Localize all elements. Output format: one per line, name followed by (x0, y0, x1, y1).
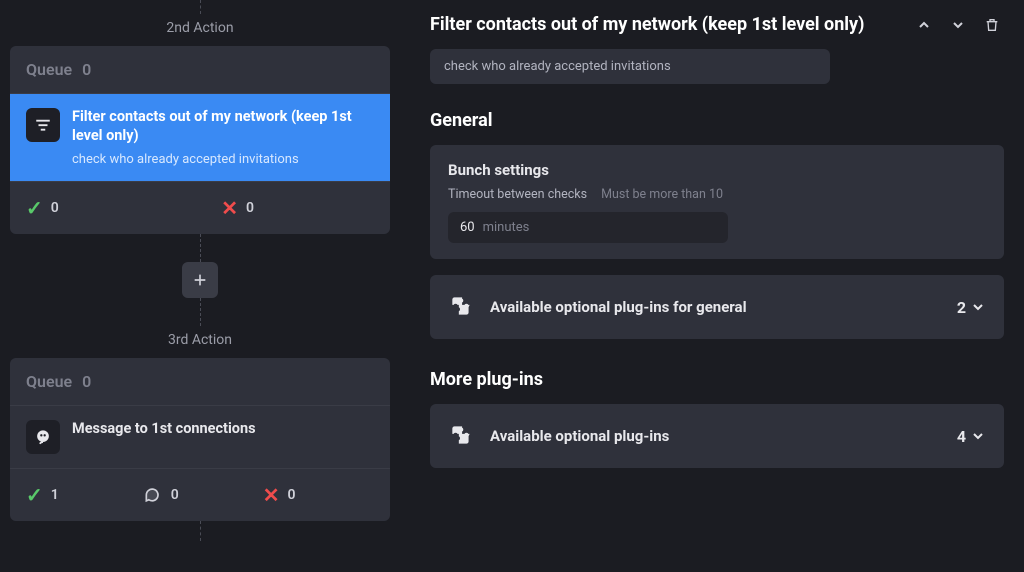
queue-header[interactable]: Queue 0 (10, 46, 390, 94)
more-plugins-heading: More plug-ins (430, 369, 1004, 390)
timeout-label: Timeout between checks (448, 187, 587, 202)
action-label-3: 3rd Action (168, 332, 232, 348)
timeout-unit: minutes (483, 220, 530, 235)
cross-icon: ✕ (263, 483, 280, 507)
detail-panel: Filter contacts out of my network (keep … (400, 0, 1024, 572)
action-entry-message[interactable]: Message to 1st connections (10, 406, 390, 468)
general-plugins-row[interactable]: Available optional plug-ins for general … (430, 275, 1004, 339)
connector-line (200, 0, 201, 14)
workflow-column: 2nd Action Queue 0 Filter contacts out o… (0, 0, 400, 572)
timeout-hint: Must be more than 10 (601, 187, 723, 202)
stat-chat: 0 (143, 485, 179, 505)
connector-line (200, 521, 201, 541)
more-plugins-label: Available optional plug-ins (490, 427, 943, 445)
entry-body: Message to 1st connections (72, 420, 256, 454)
stat-success-value: 1 (51, 487, 59, 503)
action-label-2: 2nd Action (166, 20, 233, 36)
connector-line (200, 234, 201, 262)
check-icon: ✓ (26, 483, 43, 507)
chevron-down-icon (970, 299, 986, 315)
stat-success: ✓ 0 (26, 196, 59, 220)
move-up-button[interactable] (912, 15, 936, 35)
stat-fail: ✕ 0 (221, 196, 254, 220)
stat-chat-value: 0 (171, 487, 179, 503)
general-plugins-count: 2 (957, 298, 986, 317)
queue-label: Queue (26, 372, 72, 391)
queue-count: 0 (82, 60, 91, 79)
check-icon: ✓ (26, 196, 43, 220)
action-card-2: Queue 0 Filter contacts out of my networ… (10, 46, 390, 234)
stat-fail: ✕ 0 (263, 483, 296, 507)
queue-header[interactable]: Queue 0 (10, 358, 390, 406)
filter-icon (26, 108, 60, 142)
action-stats: ✓ 0 ✕ 0 (10, 181, 390, 234)
action-card-3: Queue 0 Message to 1st connections ✓ 1 0 (10, 358, 390, 521)
queue-count: 0 (82, 372, 91, 391)
move-down-button[interactable] (946, 15, 970, 35)
cross-icon: ✕ (221, 196, 238, 220)
general-plugins-label: Available optional plug-ins for general (490, 298, 943, 316)
general-heading: General (430, 110, 1004, 131)
bunch-title: Bunch settings (448, 161, 986, 179)
chat-icon (143, 485, 163, 505)
puzzle-icon (448, 422, 476, 450)
description-text: check who already accepted invitations (444, 59, 671, 74)
puzzle-icon (448, 293, 476, 321)
action-stats: ✓ 1 0 ✕ 0 (10, 468, 390, 521)
panel-title: Filter contacts out of my network (keep … (430, 14, 902, 35)
message-icon (26, 420, 60, 454)
bunch-settings-block: Bunch settings Timeout between checks Mu… (430, 145, 1004, 259)
more-plugins-row[interactable]: Available optional plug-ins 4 (430, 404, 1004, 468)
stat-success: ✓ 1 (26, 483, 59, 507)
stat-fail-value: 0 (288, 487, 296, 503)
panel-header: Filter contacts out of my network (keep … (430, 14, 1004, 35)
stat-fail-value: 0 (246, 200, 254, 216)
chevron-down-icon (970, 428, 986, 444)
queue-label: Queue (26, 60, 72, 79)
action-entry-filter[interactable]: Filter contacts out of my network (keep … (10, 94, 390, 181)
more-plugins-count: 4 (957, 427, 986, 446)
entry-body: Filter contacts out of my network (keep … (72, 108, 374, 167)
description-input[interactable]: check who already accepted invitations (430, 49, 830, 84)
timeout-row: Timeout between checks Must be more than… (448, 187, 986, 202)
connector-line (200, 298, 201, 326)
timeout-input[interactable]: 60 minutes (448, 212, 728, 243)
entry-title: Filter contacts out of my network (keep … (72, 108, 374, 146)
add-action-button[interactable] (182, 262, 218, 298)
timeout-value: 60 (460, 220, 475, 235)
delete-button[interactable] (980, 15, 1004, 35)
entry-title: Message to 1st connections (72, 420, 256, 439)
entry-subtitle: check who already accepted invitations (72, 152, 374, 167)
stat-success-value: 0 (51, 200, 59, 216)
